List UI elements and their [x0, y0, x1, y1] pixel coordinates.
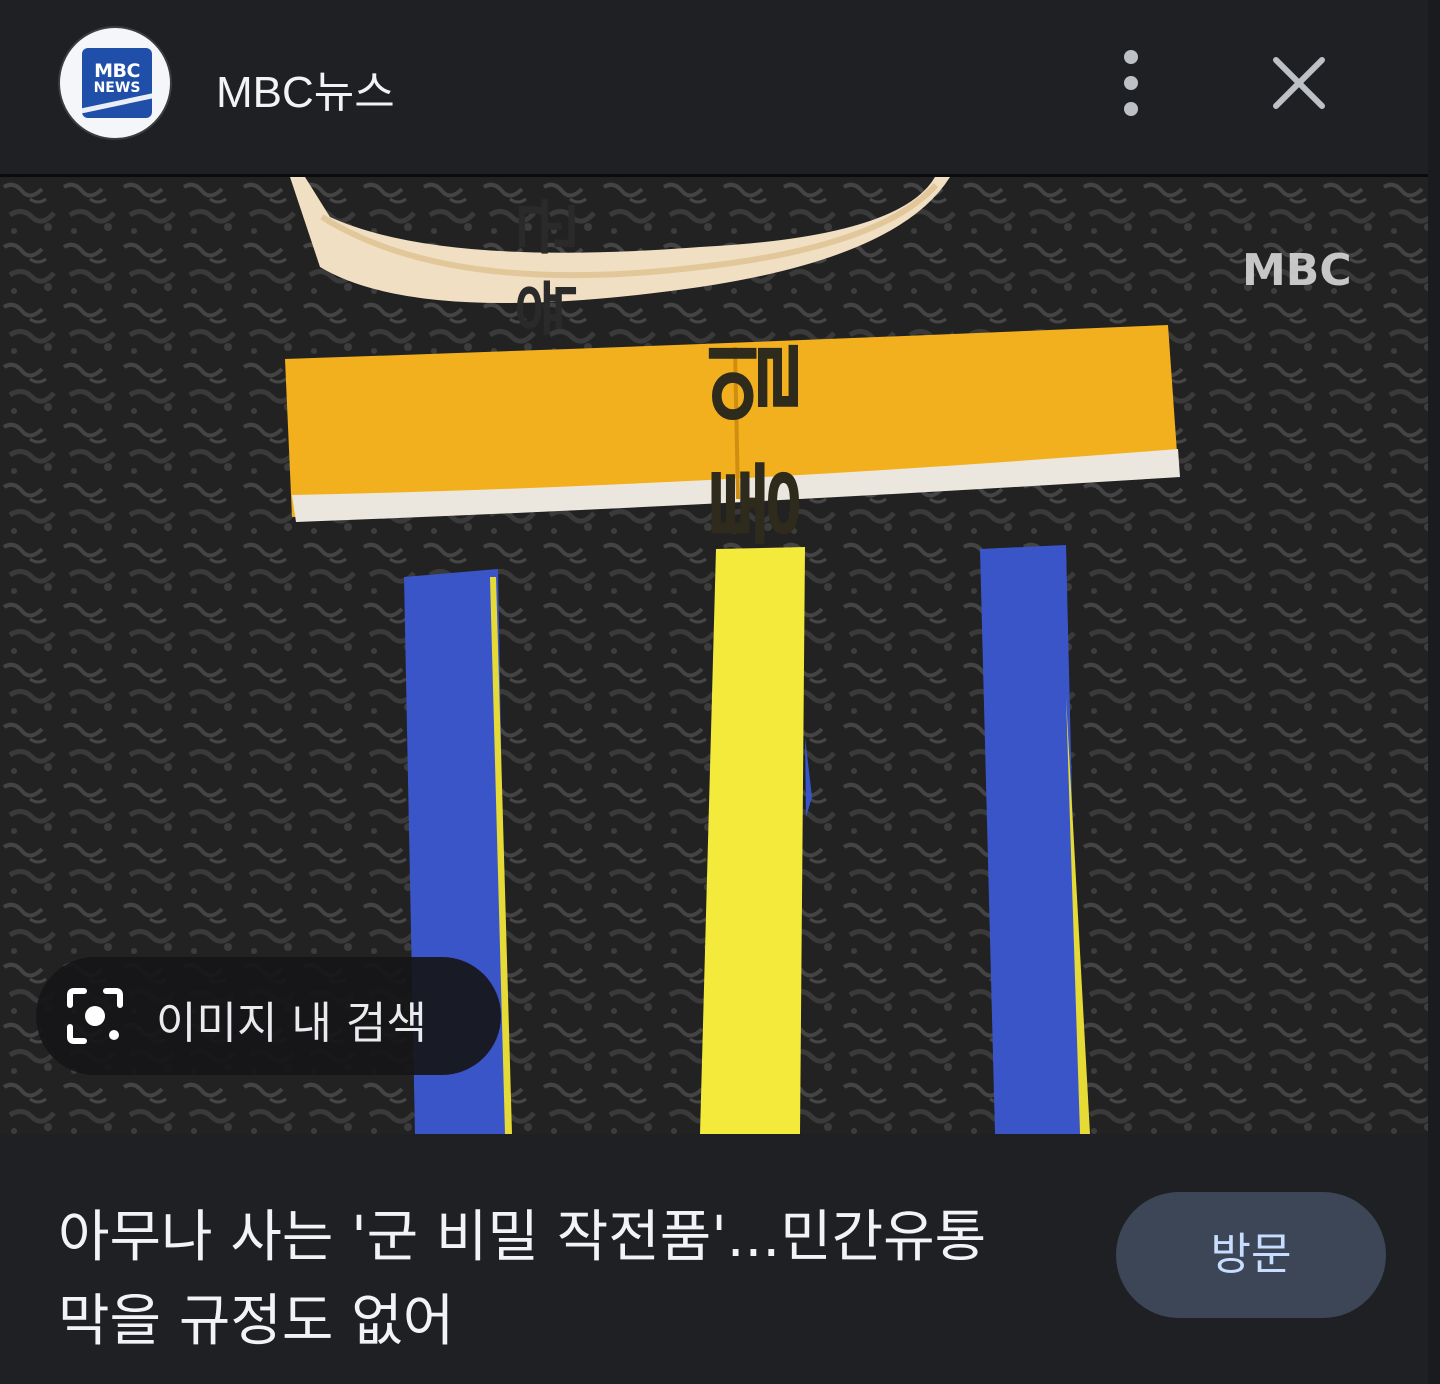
lens-camera-icon	[66, 987, 124, 1045]
header-bar: MBC NEWS MBC뉴스	[0, 0, 1428, 177]
article-footer: 아무나 사는 '군 비밀 작전품'...민간유통 막을 규정도 없어 방문	[0, 1134, 1428, 1384]
mbc-news-logo[interactable]: MBC NEWS	[58, 26, 172, 140]
lens-search-label: 이미지 내 검색	[156, 998, 427, 1049]
article-title[interactable]: 아무나 사는 '군 비밀 작전품'...민간유통 막을 규정도 없어	[58, 1196, 1058, 1364]
news-image[interactable]: 육 군 통 일 MBC 이미지 내 검색	[0, 177, 1428, 1134]
right-edge-divider	[1428, 0, 1440, 1384]
logo-text-mbc: MBC	[94, 60, 140, 82]
visit-button[interactable]: 방문	[1116, 1192, 1386, 1318]
logo-tile: MBC NEWS	[82, 48, 152, 118]
armband-army-text: 육 군	[512, 197, 586, 337]
article-title-line1: 아무나 사는 '군 비밀 작전품'...민간유통	[58, 1205, 987, 1270]
source-name[interactable]: MBC뉴스	[216, 56, 395, 120]
ribbon-middle	[700, 547, 812, 1134]
close-icon[interactable]	[1270, 54, 1328, 112]
armband-unification-text: 통 일	[701, 337, 813, 547]
mbc-watermark: MBC	[1242, 245, 1352, 296]
article-title-line2: 막을 규정도 없어	[58, 1289, 455, 1354]
lens-search-button[interactable]: 이미지 내 검색	[36, 957, 501, 1075]
more-vert-icon[interactable]	[1110, 50, 1152, 116]
logo-text-news: NEWS	[93, 80, 141, 96]
